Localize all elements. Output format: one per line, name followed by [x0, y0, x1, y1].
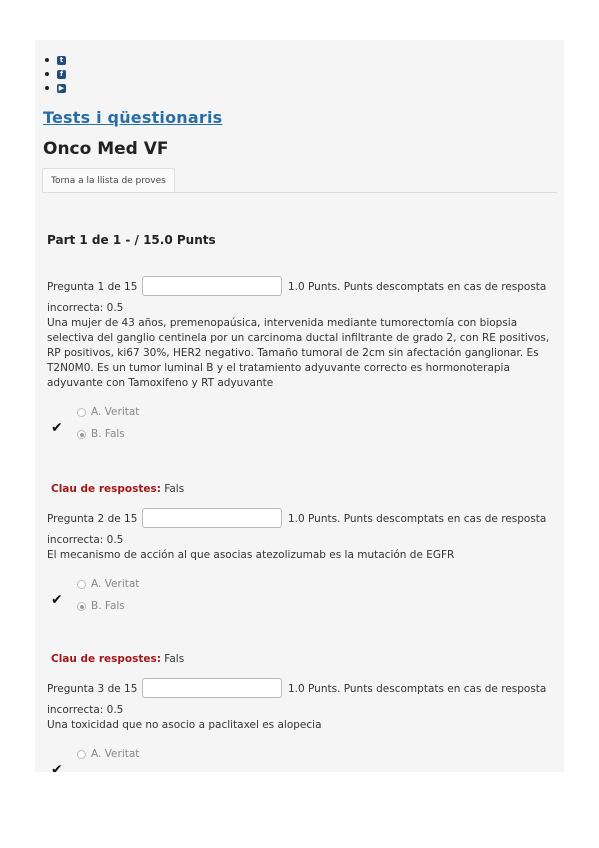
bullet: [45, 86, 49, 90]
option-label: A. Veritat: [91, 578, 140, 590]
back-to-list-tab[interactable]: Torna a la llista de proves: [42, 168, 175, 193]
site-title-link[interactable]: Tests i qüestionaris: [43, 108, 222, 127]
social-item-youtube[interactable]: ▶: [45, 81, 66, 95]
answer-key: Clau de respostes: Fals: [51, 653, 184, 665]
social-item-twitter[interactable]: t: [45, 53, 66, 67]
radio-button[interactable]: [77, 750, 86, 759]
answer-key-value: Fals: [164, 483, 185, 495]
social-item-facebook[interactable]: f: [45, 67, 66, 81]
option-label: A. Veritat: [91, 748, 140, 760]
radio-button[interactable]: [77, 580, 86, 589]
question-3: Pregunta 3 de 15 1.0 Punts. Punts descom…: [47, 678, 552, 772]
answer-key-value: Fals: [164, 653, 185, 665]
question-penalty: incorrecta: 0.5: [47, 534, 124, 546]
question-text: El mecanismo de acción al que asocias at…: [47, 549, 455, 561]
bullet: [45, 58, 49, 62]
option-b[interactable]: B. Fals: [77, 599, 125, 614]
question-number: Pregunta 1 de 15: [47, 281, 138, 293]
question-points: 1.0 Punts. Punts descomptats en cas de r…: [288, 513, 547, 525]
part-title: Part 1 de 1 - / 15.0 Punts: [47, 233, 216, 247]
question-score-input[interactable]: [142, 276, 282, 296]
radio-button[interactable]: [77, 408, 86, 417]
bullet: [45, 72, 49, 76]
answer-options: ✔ A. Veritat B. Fals: [47, 577, 552, 621]
checkmark-icon: ✔: [51, 762, 63, 773]
answer-options: ✔ A. Veritat: [47, 747, 552, 772]
twitter-icon[interactable]: t: [57, 55, 66, 65]
answer-key-label: Clau de respostes:: [51, 653, 161, 665]
page-title: Onco Med VF: [43, 139, 169, 159]
option-a[interactable]: A. Veritat: [77, 577, 139, 592]
option-label: B. Fals: [91, 600, 125, 612]
radio-button-selected[interactable]: [77, 430, 86, 439]
option-a[interactable]: A. Veritat: [77, 405, 139, 420]
answer-key-label: Clau de respostes:: [51, 483, 161, 495]
radio-button-selected[interactable]: [77, 602, 86, 611]
checkmark-icon: ✔: [51, 420, 63, 436]
answer-key: Clau de respostes: Fals: [51, 483, 184, 495]
social-links: t f ▶: [45, 53, 66, 95]
option-b[interactable]: B. Fals: [77, 427, 125, 442]
option-a[interactable]: A. Veritat: [77, 747, 139, 762]
question-points: 1.0 Punts. Punts descomptats en cas de r…: [288, 281, 547, 293]
option-label: B. Fals: [91, 428, 125, 440]
question-penalty: incorrecta: 0.5: [47, 704, 124, 716]
quiz-panel: t f ▶ Tests i qüestionaris Onco Med VF T…: [35, 40, 564, 772]
question-text: Una toxicidad que no asocio a paclitaxel…: [47, 719, 322, 731]
tab-divider: [42, 192, 557, 193]
question-text: Una mujer de 43 años, premenopaúsica, in…: [47, 317, 550, 389]
question-penalty: incorrecta: 0.5: [47, 302, 124, 314]
answer-options: ✔ A. Veritat B. Fals: [47, 405, 552, 449]
question-number: Pregunta 3 de 15: [47, 683, 138, 695]
question-2: Pregunta 2 de 15 1.0 Punts. Punts descom…: [47, 508, 552, 621]
question-score-input[interactable]: [142, 508, 282, 528]
option-label: A. Veritat: [91, 406, 140, 418]
question-number: Pregunta 2 de 15: [47, 513, 138, 525]
question-score-input[interactable]: [142, 678, 282, 698]
question-points: 1.0 Punts. Punts descomptats en cas de r…: [288, 683, 547, 695]
youtube-icon[interactable]: ▶: [57, 83, 66, 93]
question-1: Pregunta 1 de 15 1.0 Punts. Punts descom…: [47, 276, 552, 449]
facebook-icon[interactable]: f: [57, 69, 66, 79]
checkmark-icon: ✔: [51, 592, 63, 608]
